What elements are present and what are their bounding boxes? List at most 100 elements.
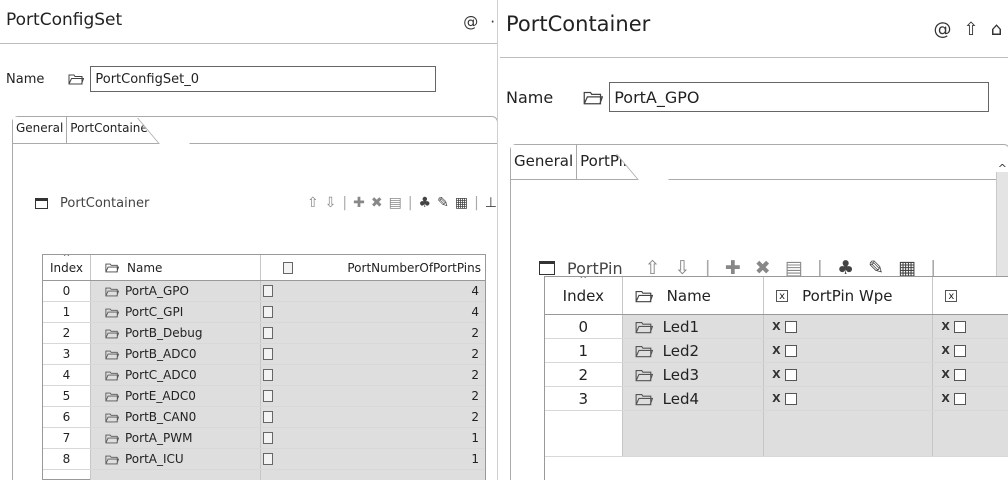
folder-icon bbox=[583, 91, 604, 104]
folder-icon bbox=[105, 329, 119, 338]
table-row[interactable]: 1 Led2 X X bbox=[545, 339, 1008, 363]
folder-icon bbox=[635, 290, 653, 302]
table-row[interactable]: 1 PortC_GPI 4 bbox=[43, 302, 485, 323]
panel-title: PortContainer bbox=[506, 12, 651, 36]
copy-icon[interactable]: ▤ bbox=[389, 195, 402, 211]
name-field[interactable]: PortConfigSet_0 bbox=[90, 66, 437, 92]
move-down-icon[interactable]: ⇩ bbox=[325, 195, 337, 211]
wpe-checkbox[interactable] bbox=[784, 320, 797, 333]
number-field-icon bbox=[263, 432, 273, 444]
panel-title: PortConfigSet bbox=[6, 10, 123, 30]
next-checkbox[interactable] bbox=[953, 368, 966, 381]
folder-icon bbox=[105, 455, 119, 464]
tab-port-pin[interactable]: PortPin bbox=[577, 145, 663, 179]
number-field-icon bbox=[263, 453, 273, 465]
next-checkbox[interactable] bbox=[953, 344, 966, 357]
number-field-icon bbox=[263, 369, 273, 381]
home-icon[interactable]: ⌂ bbox=[991, 19, 1002, 40]
number-field-icon bbox=[283, 261, 293, 274]
export-icon[interactable]: ⊥ bbox=[485, 195, 497, 211]
table-row[interactable]: 6 PortB_CAN0 2 bbox=[43, 407, 485, 428]
tab-general[interactable]: General bbox=[511, 145, 578, 179]
xdoc-icon: X bbox=[772, 392, 781, 405]
table-icon bbox=[35, 197, 48, 209]
number-field-icon bbox=[263, 348, 273, 360]
wpe-checkbox[interactable] bbox=[784, 344, 797, 357]
empty-row bbox=[545, 411, 1008, 457]
xdoc-icon: X bbox=[772, 320, 781, 333]
number-field-icon bbox=[263, 411, 273, 423]
column-port-pin-wpe[interactable]: x PortPin Wpe bbox=[764, 277, 934, 314]
folder-icon bbox=[105, 350, 119, 359]
table-row[interactable]: 2 Led3 X X bbox=[545, 363, 1008, 387]
more-icon[interactable]: · bbox=[490, 13, 495, 31]
up-arrow-icon[interactable]: ⇧ bbox=[963, 19, 978, 40]
folder-icon bbox=[105, 263, 119, 273]
sort-caret-icon: ^ bbox=[579, 277, 588, 285]
xdoc-icon: X bbox=[941, 344, 950, 357]
table-icon bbox=[539, 261, 555, 275]
tab-general[interactable]: General bbox=[13, 117, 68, 143]
table-header: ^ Index Name x PortPin Wpe x bbox=[545, 277, 1008, 315]
delete-icon[interactable]: ✖ bbox=[371, 195, 383, 211]
move-up-icon[interactable]: ⇧ bbox=[307, 195, 319, 211]
empty-row bbox=[43, 470, 485, 480]
xdoc-icon: X bbox=[941, 368, 950, 381]
name-field[interactable]: PortA_GPO bbox=[609, 82, 990, 112]
tab-port-container[interactable]: PortContainer bbox=[67, 117, 183, 143]
at-icon[interactable]: @ bbox=[933, 19, 951, 40]
xdoc-icon: X bbox=[941, 392, 950, 405]
toolbar-title: PortContainer bbox=[60, 195, 150, 211]
table-row[interactable]: 0 PortA_GPO 4 bbox=[43, 281, 485, 302]
report-icon[interactable]: ▦ bbox=[455, 195, 468, 211]
table-row[interactable]: 0 Led1 X X bbox=[545, 315, 1008, 339]
column-port-number-of-port-pins[interactable]: PortNumberOfPortPins bbox=[261, 255, 485, 280]
title-bar: PortContainer @ ⇧ ⌂ bbox=[500, 0, 1008, 58]
table-row[interactable]: 3 Led4 X X bbox=[545, 387, 1008, 411]
wpe-checkbox[interactable] bbox=[784, 368, 797, 381]
folder-icon bbox=[105, 392, 119, 401]
table-row[interactable]: 5 PortE_ADC0 2 bbox=[43, 386, 485, 407]
table-row[interactable]: 2 PortB_Debug 2 bbox=[43, 323, 485, 344]
title-bar: PortConfigSet @ · bbox=[0, 0, 497, 44]
sort-caret-icon: ^ bbox=[62, 255, 71, 263]
folder-icon bbox=[105, 308, 119, 317]
table-row[interactable]: 7 PortA_PWM 1 bbox=[43, 428, 485, 449]
folder-icon bbox=[105, 287, 119, 296]
folder-icon bbox=[635, 393, 653, 405]
column-name[interactable]: Name bbox=[623, 277, 765, 314]
next-checkbox[interactable] bbox=[953, 320, 966, 333]
number-field-icon bbox=[263, 306, 273, 318]
column-index[interactable]: ^ Index bbox=[43, 255, 91, 280]
port-container-panel: PortContainer @ ⇧ ⌂ Name PortA_GPO Gener… bbox=[500, 0, 1008, 480]
table-toolbar: PortContainer ⇧ ⇩ | ✚ ✖ ▤ | ♣ ✎ ▦ | ⊥ bbox=[35, 195, 497, 211]
xdoc-icon: X bbox=[941, 320, 950, 333]
add-icon[interactable]: ✚ bbox=[353, 195, 365, 211]
port-pin-table: ^ Index Name x PortPin Wpe x 0 Led1 X X 1 Le… bbox=[544, 276, 1008, 480]
wizard-icon[interactable]: ♣ bbox=[419, 195, 432, 211]
wpe-checkbox[interactable] bbox=[784, 392, 797, 405]
table-body: 0 Led1 X X 1 Led2 X X 2 Led3 X X 3 Led4 X X bbox=[545, 315, 1008, 457]
port-container-table: ^ Index Name PortNumberOfPortPins 0 PortA… bbox=[42, 254, 486, 480]
boolean-field-icon: x bbox=[945, 289, 958, 302]
name-row: Name PortConfigSet_0 bbox=[6, 66, 437, 92]
folder-icon bbox=[105, 371, 119, 380]
folder-icon bbox=[68, 74, 85, 85]
name-label: Name bbox=[506, 87, 554, 107]
xdoc-icon: X bbox=[772, 368, 781, 381]
name-row: Name PortA_GPO bbox=[506, 82, 990, 112]
column-next[interactable]: x bbox=[933, 277, 1008, 314]
folder-icon bbox=[635, 321, 653, 333]
column-index[interactable]: ^ Index bbox=[545, 277, 623, 314]
number-field-icon bbox=[263, 285, 273, 297]
boolean-field-icon: x bbox=[776, 289, 789, 302]
table-row[interactable]: 3 PortB_ADC0 2 bbox=[43, 344, 485, 365]
next-checkbox[interactable] bbox=[953, 392, 966, 405]
table-row[interactable]: 8 PortA_ICU 1 bbox=[43, 449, 485, 470]
at-icon[interactable]: @ bbox=[463, 13, 478, 31]
xdoc-icon: X bbox=[772, 344, 781, 357]
edit-icon[interactable]: ✎ bbox=[437, 195, 449, 211]
folder-icon bbox=[635, 369, 653, 381]
column-name[interactable]: Name bbox=[91, 255, 261, 280]
table-row[interactable]: 4 PortC_ADC0 2 bbox=[43, 365, 485, 386]
